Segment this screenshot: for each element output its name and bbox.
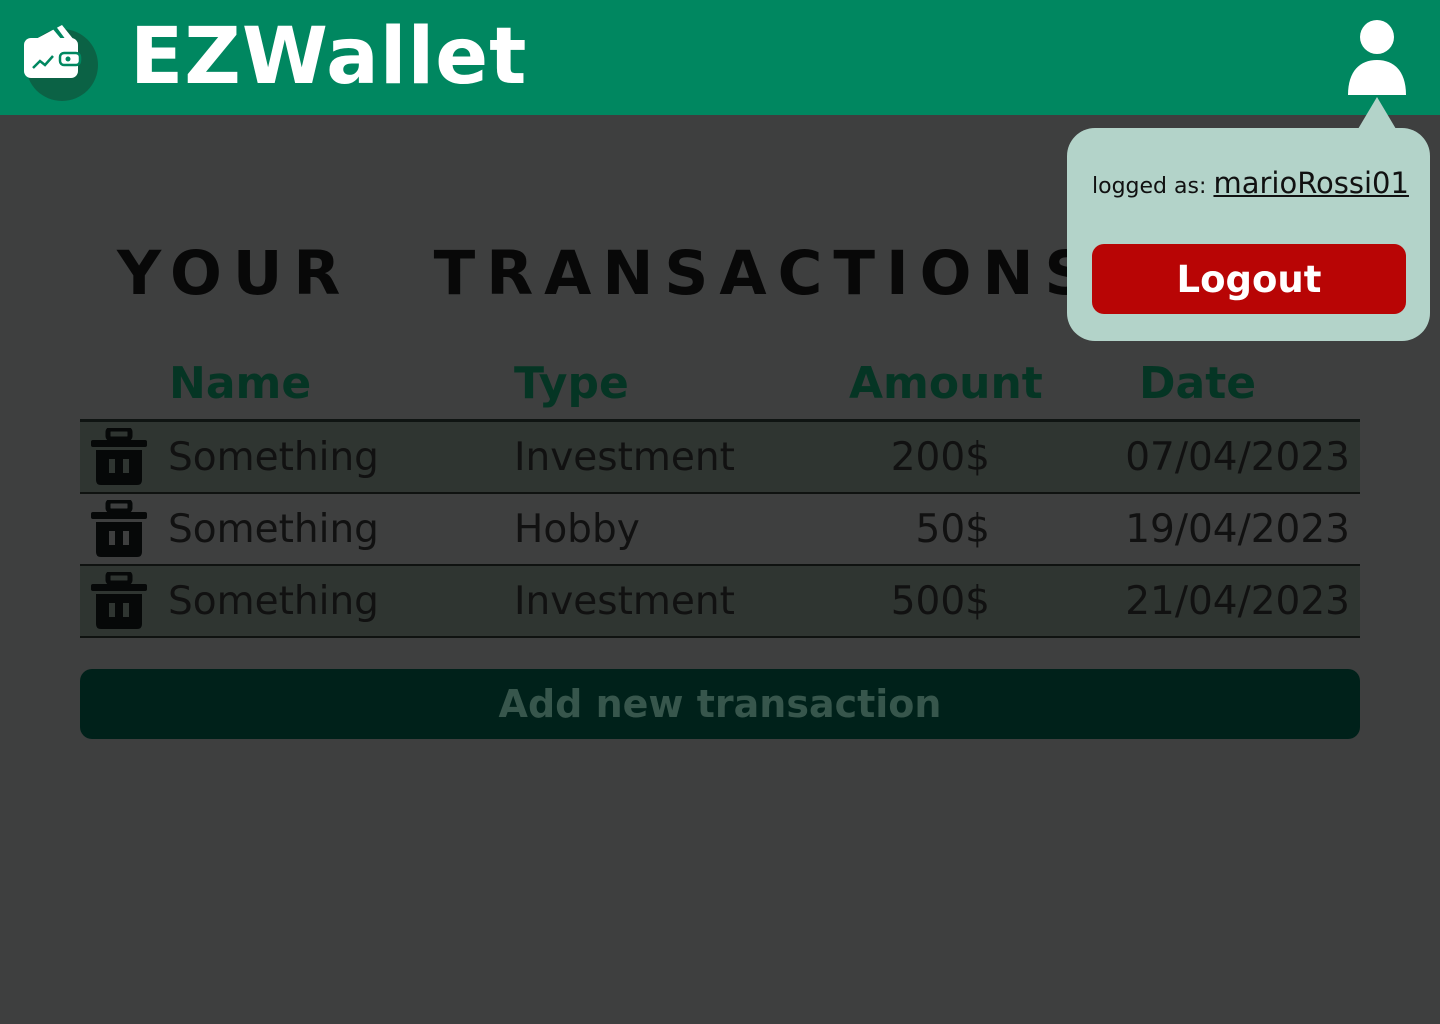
logged-as-label: logged as: <box>1092 174 1207 199</box>
table-row: Something Hobby 50$ 19/04/2023 <box>80 494 1360 566</box>
cell-name: Something <box>168 435 379 480</box>
table-row: Something Investment 500$ 21/04/2023 <box>80 566 1360 638</box>
cell-type: Investment <box>514 435 735 480</box>
trash-icon[interactable] <box>90 428 148 486</box>
app-header: EZWallet <box>0 0 1440 115</box>
table-row: Something Investment 200$ 07/04/2023 <box>80 422 1360 494</box>
cell-date: 19/04/2023 <box>1125 507 1350 552</box>
page-title: YOUR TRANSACTIONS <box>117 238 1100 309</box>
popover-arrow <box>1358 97 1396 129</box>
user-menu-popover: logged as: marioRossi01 Logout <box>1067 128 1430 341</box>
trash-icon[interactable] <box>90 500 148 558</box>
column-header-date: Date <box>1139 358 1257 409</box>
trash-icon[interactable] <box>90 572 148 630</box>
logout-button[interactable]: Logout <box>1092 244 1406 314</box>
cell-date: 07/04/2023 <box>1125 435 1350 480</box>
cell-name: Something <box>168 579 379 624</box>
add-transaction-button[interactable]: Add new transaction <box>80 669 1360 739</box>
column-header-type: Type <box>514 358 629 409</box>
column-header-amount: Amount <box>849 358 1043 409</box>
username-link[interactable]: marioRossi01 <box>1213 166 1409 200</box>
logged-as-line: logged as: marioRossi01 <box>1092 166 1409 200</box>
cell-name: Something <box>168 507 379 552</box>
cell-type: Hobby <box>514 507 640 552</box>
cell-amount: 50$ <box>915 507 990 552</box>
wallet-logo-icon <box>24 25 98 101</box>
cell-date: 21/04/2023 <box>1125 579 1350 624</box>
cell-type: Investment <box>514 579 735 624</box>
column-header-name: Name <box>169 358 312 409</box>
cell-amount: 500$ <box>890 579 990 624</box>
user-icon[interactable] <box>1346 18 1408 98</box>
cell-amount: 200$ <box>890 435 990 480</box>
app-title: EZWallet <box>130 12 528 102</box>
